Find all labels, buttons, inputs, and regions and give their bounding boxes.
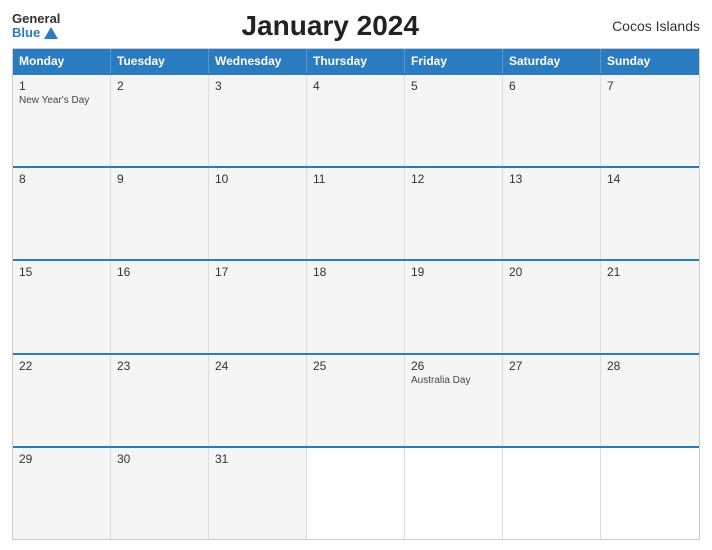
calendar-cell: 28: [601, 355, 699, 446]
calendar-cell: 25: [307, 355, 405, 446]
day-number: 30: [117, 452, 202, 466]
calendar-cell: 17: [209, 261, 307, 352]
day-of-week-tuesday: Tuesday: [111, 49, 209, 73]
day-number: 6: [509, 79, 594, 93]
day-number: 12: [411, 172, 496, 186]
calendar-week-2: 89 10 11 12 13 14: [13, 166, 699, 259]
calendar-cell: [601, 448, 699, 539]
day-number: 28: [607, 359, 693, 373]
day-number: 25: [313, 359, 398, 373]
calendar-week-5: 29 30 31: [13, 446, 699, 539]
calendar-week-1: 1 New Year's Day 234567: [13, 73, 699, 166]
day-number: 27: [509, 359, 594, 373]
calendar-cell: 8: [13, 168, 111, 259]
day-number: 17: [215, 265, 300, 279]
calendar-cell: 1 New Year's Day: [13, 75, 111, 166]
calendar-cell: 12: [405, 168, 503, 259]
calendar-cell: 6: [503, 75, 601, 166]
calendar: MondayTuesdayWednesdayThursdayFridaySatu…: [12, 48, 700, 540]
calendar-cell: 7: [601, 75, 699, 166]
calendar-cell: 2: [111, 75, 209, 166]
day-number: 16: [117, 265, 202, 279]
day-number: 4: [313, 79, 398, 93]
day-number: 20: [509, 265, 594, 279]
calendar-cell: [307, 448, 405, 539]
day-number: 8: [19, 172, 104, 186]
calendar-body: 1New Year's Day2345678910111213141516171…: [13, 73, 699, 539]
day-number: 31: [215, 452, 300, 466]
logo-general-text: General: [12, 12, 60, 26]
calendar-cell: 31: [209, 448, 307, 539]
day-number: 5: [411, 79, 496, 93]
logo-blue-text: Blue: [12, 26, 58, 40]
day-number: 24: [215, 359, 300, 373]
calendar-cell: 29: [13, 448, 111, 539]
calendar-cell: 27: [503, 355, 601, 446]
day-number: 19: [411, 265, 496, 279]
calendar-cell: 9: [111, 168, 209, 259]
logo: General Blue: [12, 12, 60, 41]
day-number: 21: [607, 265, 693, 279]
day-number: 23: [117, 359, 202, 373]
day-number: 7: [607, 79, 693, 93]
calendar-cell: 18: [307, 261, 405, 352]
day-number: 10: [215, 172, 300, 186]
day-event: New Year's Day: [19, 95, 104, 106]
calendar-cell: [405, 448, 503, 539]
day-number: 3: [215, 79, 300, 93]
calendar-cell: 11: [307, 168, 405, 259]
day-of-week-sunday: Sunday: [601, 49, 699, 73]
calendar-cell: 4: [307, 75, 405, 166]
calendar-cell: 14: [601, 168, 699, 259]
day-number: 15: [19, 265, 104, 279]
calendar-week-4: 22 23 24 25 26 Australia Day 27 28: [13, 353, 699, 446]
day-number: 11: [313, 172, 398, 186]
calendar-cell: 19: [405, 261, 503, 352]
calendar-cell: 16: [111, 261, 209, 352]
day-number: 22: [19, 359, 104, 373]
calendar-cell: 21: [601, 261, 699, 352]
day-event: Australia Day: [411, 375, 496, 386]
calendar-cell: 22: [13, 355, 111, 446]
day-number: 1: [19, 79, 104, 93]
page: General Blue January 2024 Cocos Islands …: [0, 0, 712, 550]
calendar-cell: [503, 448, 601, 539]
calendar-day-headers: MondayTuesdayWednesdayThursdayFridaySatu…: [13, 49, 699, 73]
day-number: 26: [411, 359, 496, 373]
day-number: 14: [607, 172, 693, 186]
calendar-cell: 26 Australia Day: [405, 355, 503, 446]
calendar-header: General Blue January 2024 Cocos Islands: [12, 10, 700, 42]
day-number: 2: [117, 79, 202, 93]
calendar-cell: 10: [209, 168, 307, 259]
calendar-week-3: 15 16 17 18 19 20 21: [13, 259, 699, 352]
calendar-title: January 2024: [60, 10, 600, 42]
calendar-cell: 13: [503, 168, 601, 259]
day-number: 13: [509, 172, 594, 186]
calendar-cell: 3: [209, 75, 307, 166]
day-of-week-wednesday: Wednesday: [209, 49, 307, 73]
calendar-cell: 30: [111, 448, 209, 539]
calendar-cell: 23: [111, 355, 209, 446]
day-of-week-thursday: Thursday: [307, 49, 405, 73]
day-of-week-monday: Monday: [13, 49, 111, 73]
day-of-week-saturday: Saturday: [503, 49, 601, 73]
calendar-cell: 24: [209, 355, 307, 446]
day-number: 18: [313, 265, 398, 279]
day-of-week-friday: Friday: [405, 49, 503, 73]
calendar-cell: 15: [13, 261, 111, 352]
day-number: 29: [19, 452, 104, 466]
day-number: 9: [117, 172, 202, 186]
region-label: Cocos Islands: [600, 18, 700, 34]
calendar-cell: 5: [405, 75, 503, 166]
logo-triangle-icon: [44, 27, 58, 39]
calendar-cell: 20: [503, 261, 601, 352]
